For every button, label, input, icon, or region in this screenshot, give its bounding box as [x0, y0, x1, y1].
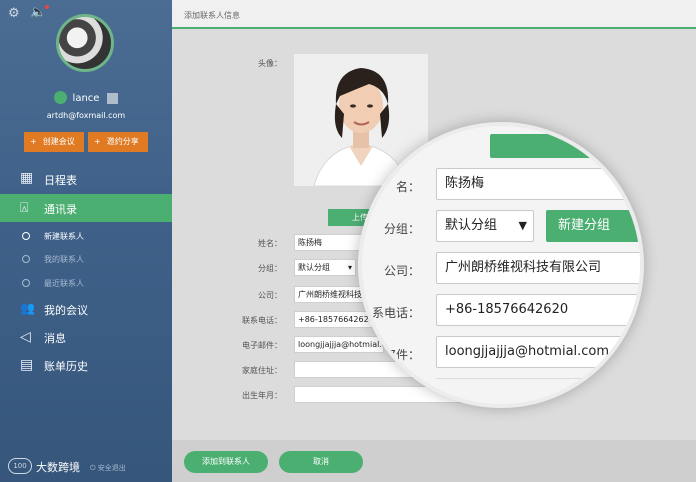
user-row: lance	[0, 91, 172, 106]
magnified-company-label: 公司：	[383, 264, 420, 278]
magnified-new-group-button: 新建分组	[546, 210, 640, 242]
invite-share-button[interactable]: + 邀约分享	[88, 132, 148, 152]
create-meeting-button[interactable]: + 创建会议	[24, 132, 84, 152]
group-label: 分组：	[258, 264, 282, 273]
name-label: 姓名：	[258, 239, 282, 248]
logout-label: 安全退出	[97, 464, 126, 472]
group-select[interactable]: 默认分组 ▾	[294, 259, 356, 276]
contacts-icon: ⍓	[20, 200, 29, 216]
magnified-company-field: 广州朗桥维视科技有限公司	[436, 252, 640, 284]
avatar-label: 头像：	[258, 59, 282, 68]
plus-icon: +	[94, 137, 101, 146]
bill-icon: ▤	[20, 357, 34, 373]
menu-item-label: 日程表	[44, 174, 77, 187]
magnified-name-label: 名：	[395, 180, 420, 194]
add-contact-label: 添加到联系人	[202, 457, 250, 466]
power-icon: ⏻	[90, 464, 98, 472]
phone-label: 联系电话：	[242, 316, 282, 325]
birth-label: 出生年月：	[242, 391, 282, 400]
menu-item-contacts[interactable]: ⍓ 通讯录	[0, 194, 172, 222]
cancel-label: 取消	[313, 457, 329, 466]
settings-icon[interactable]: ⚙	[8, 6, 20, 21]
invite-share-label: 邀约分享	[106, 137, 139, 146]
submenu-new-contact[interactable]: 新建联系人	[0, 225, 172, 247]
add-contact-button[interactable]: 添加到联系人	[184, 451, 268, 473]
menu-item-label: 通讯录	[44, 203, 77, 216]
speaker-icon: ◁	[20, 329, 31, 345]
menu-item-meetings[interactable]: 👥 我的会议	[0, 301, 172, 321]
notification-dot	[45, 5, 49, 9]
caret-down-icon: ▾	[347, 263, 352, 272]
submenu-my-contacts[interactable]: 我的联系人	[0, 248, 172, 270]
magnified-email-field: loongjjajjja@hotmial.com	[436, 336, 640, 368]
user-email: artdh@foxmail.com	[46, 111, 126, 120]
address-label: 家庭住址：	[242, 366, 282, 375]
magnified-name-field: 陈扬梅	[436, 168, 640, 200]
sidebar: ⚙ 🔈 lance artdh@foxmail.com + 创建会议 + 邀约分享 …	[0, 0, 172, 482]
menu-item-label: 消息	[44, 332, 66, 345]
radio-icon	[22, 255, 30, 263]
speaker-icon[interactable]: 🔈	[30, 5, 46, 20]
create-meeting-label: 创建会议	[42, 137, 75, 146]
plus-icon: +	[30, 137, 37, 146]
submenu-label: 新建联系人	[44, 232, 84, 241]
avatar[interactable]	[56, 14, 114, 72]
magnified-divider	[436, 378, 640, 379]
magnified-email-label: 7件：	[388, 348, 420, 362]
user-icon	[53, 91, 67, 104]
edit-icon[interactable]	[107, 93, 119, 104]
submenu-recent-contacts[interactable]: 最近联系人	[0, 272, 172, 294]
submenu-label: 最近联系人	[44, 279, 84, 288]
people-icon: 👥	[20, 301, 35, 315]
caret-down-icon: ▼	[518, 219, 527, 232]
company-label: 公司：	[258, 291, 282, 300]
radio-icon	[22, 232, 30, 240]
menu-item-messages[interactable]: ◁ 消息	[0, 329, 172, 349]
calendar-icon: ▦	[20, 170, 34, 186]
menu-item-label: 账单历史	[44, 360, 88, 373]
brand-name: 大数跨境	[36, 461, 80, 474]
magnified-group-label: 分组：	[383, 222, 420, 236]
user-name: lance	[72, 93, 100, 104]
magnified-upload-button	[490, 134, 610, 158]
menu-item-calendar[interactable]: ▦ 日程表	[0, 170, 172, 190]
title-bar: 添加联系人信息	[172, 0, 696, 29]
email-label: 电子邮件：	[242, 341, 282, 350]
group-select-value: 默认分组	[298, 263, 330, 272]
logout-link[interactable]: ⏻ 安全退出	[90, 463, 126, 473]
magnified-group-select: 默认分组 ▼	[436, 210, 534, 242]
menu-item-label: 我的会议	[44, 304, 88, 317]
radio-icon	[22, 279, 30, 287]
magnified-phone-label: 系电话：	[371, 306, 420, 320]
menu-item-billing[interactable]: ▤ 账单历史	[0, 357, 172, 377]
submenu-label: 我的联系人	[44, 255, 84, 264]
magnified-group-value: 默认分组	[445, 218, 498, 233]
magnified-phone-field: +86-18576642620	[436, 294, 640, 326]
page-title: 添加联系人信息	[184, 11, 240, 20]
magnifier-lens: 名： 陈扬梅 分组： 默认分组 ▼ 新建分组 公司： 广州朗桥维视科技有限公司 系…	[358, 122, 644, 408]
cancel-button[interactable]: 取消	[279, 451, 363, 473]
brand-logo: 100	[8, 458, 32, 474]
